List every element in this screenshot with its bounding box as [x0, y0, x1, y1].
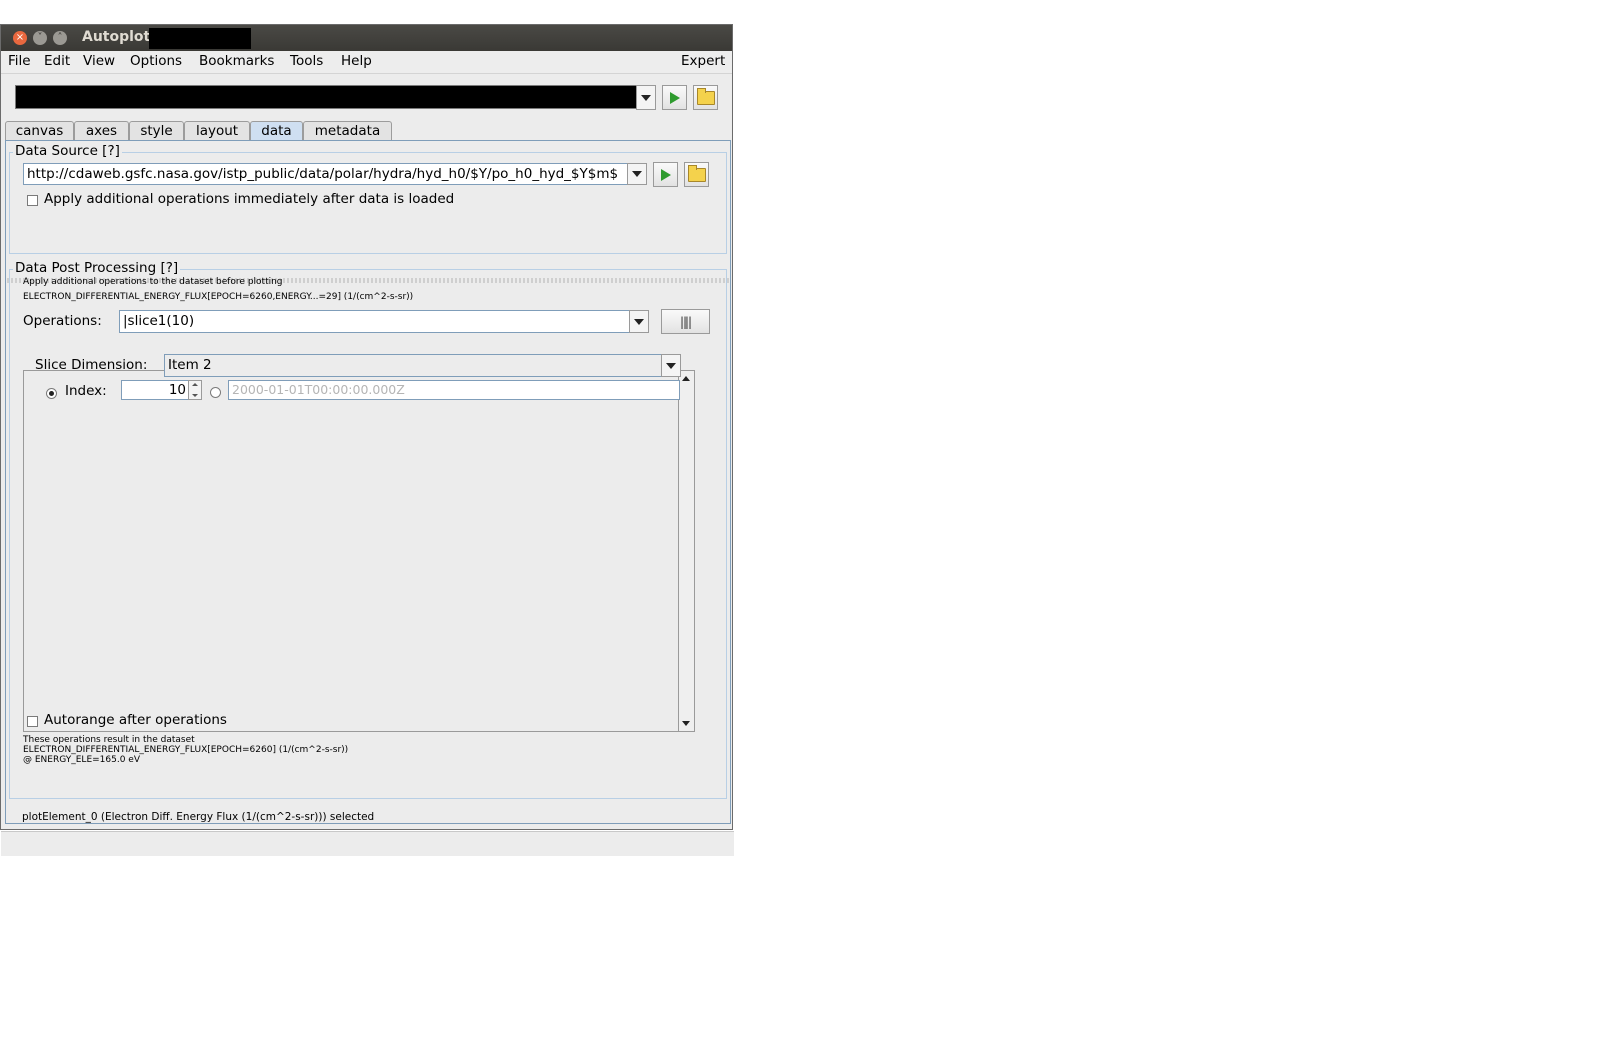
menu-expert[interactable]: Expert	[681, 53, 725, 69]
load-data-button[interactable]	[653, 162, 678, 187]
post-processing-title[interactable]: Data Post Processing [?]	[13, 260, 181, 276]
browse-data-button[interactable]	[684, 162, 709, 187]
title-bar: × ˅ ˄ Autoplot	[1, 25, 732, 51]
maximize-icon[interactable]: ˄	[53, 31, 67, 45]
status-text: plotElement_0 (Electron Diff. Energy Flu…	[22, 811, 375, 823]
filter-editor-button[interactable]: |‖|	[661, 309, 710, 334]
result-line-3: @ ENERGY_ELE=165.0 eV	[23, 755, 140, 765]
data-source-url-input[interactable]: http://cdaweb.gsfc.nasa.gov/istp_public/…	[23, 163, 628, 185]
chevron-down-icon[interactable]	[627, 163, 647, 185]
autorange-checkbox[interactable]	[27, 716, 38, 727]
address-bar-input[interactable]	[15, 85, 637, 109]
result-line-2: ELECTRON_DIFFERENTIAL_ENERGY_FLUX[EPOCH=…	[23, 745, 349, 755]
menu-view[interactable]: View	[83, 53, 115, 69]
time-input[interactable]: 2000-01-01T00:00:00.000Z	[228, 380, 680, 400]
index-input[interactable]: 10	[121, 380, 189, 400]
folder-icon	[696, 87, 715, 105]
status-bar	[1, 831, 734, 856]
tab-metadata[interactable]: metadata	[303, 121, 392, 140]
operations-label: Operations:	[23, 313, 102, 329]
open-folder-button[interactable]	[693, 85, 718, 110]
redacted-title-region	[149, 28, 251, 49]
window-title: Autoplot	[82, 29, 151, 45]
tab-canvas[interactable]: canvas	[5, 121, 74, 140]
menu-options[interactable]: Options	[130, 53, 182, 69]
menu-edit[interactable]: Edit	[44, 53, 70, 69]
data-source-title[interactable]: Data Source [?]	[13, 143, 122, 159]
autoplot-window: × ˅ ˄ Autoplot File Edit View Options Bo…	[0, 24, 734, 856]
index-label: Index:	[65, 383, 107, 399]
slice-dimension-select[interactable]: Item 2	[164, 354, 664, 377]
menu-tools[interactable]: Tools	[290, 53, 323, 69]
apply-ops-checkbox[interactable]	[27, 195, 38, 206]
play-icon	[669, 91, 680, 104]
operations-input[interactable]: |slice1(10)	[119, 310, 631, 333]
autorange-label: Autorange after operations	[44, 712, 227, 728]
folder-icon	[687, 164, 706, 182]
time-radio[interactable]	[210, 387, 221, 398]
index-radio[interactable]	[46, 388, 57, 399]
menu-file[interactable]: File	[8, 53, 31, 69]
chevron-down-icon[interactable]	[661, 354, 681, 377]
scroll-down-icon[interactable]	[682, 721, 690, 726]
menu-bookmarks[interactable]: Bookmarks	[199, 53, 274, 69]
chevron-down-icon[interactable]	[636, 85, 656, 110]
filter-editor-icon: |‖|	[679, 314, 692, 329]
result-line-1: These operations result in the dataset	[23, 735, 195, 745]
menu-bar: File Edit View Options Bookmarks Tools H…	[1, 51, 732, 74]
tab-axes[interactable]: axes	[74, 121, 129, 140]
index-stepper[interactable]	[188, 380, 202, 400]
operation-editor-panel	[23, 370, 695, 732]
tab-data[interactable]: data	[250, 121, 303, 141]
apply-ops-label: Apply additional operations immediately …	[44, 191, 455, 207]
minimize-icon[interactable]: ˅	[33, 31, 47, 45]
play-button[interactable]	[662, 85, 687, 110]
input-dataset-label: ELECTRON_DIFFERENTIAL_ENERGY_FLUX[EPOCH=…	[23, 292, 414, 302]
menu-help[interactable]: Help	[341, 53, 372, 69]
tab-style[interactable]: style	[129, 121, 184, 140]
chevron-down-icon[interactable]	[629, 310, 649, 333]
close-icon[interactable]: ×	[13, 31, 27, 45]
tab-layout[interactable]: layout	[184, 121, 250, 140]
post-processing-hint: Apply additional operations to the datas…	[23, 277, 283, 287]
scroll-up-icon[interactable]	[682, 376, 690, 381]
slice-dimension-label: Slice Dimension:	[35, 357, 148, 373]
vertical-scrollbar[interactable]	[678, 371, 694, 731]
play-icon	[660, 168, 671, 181]
